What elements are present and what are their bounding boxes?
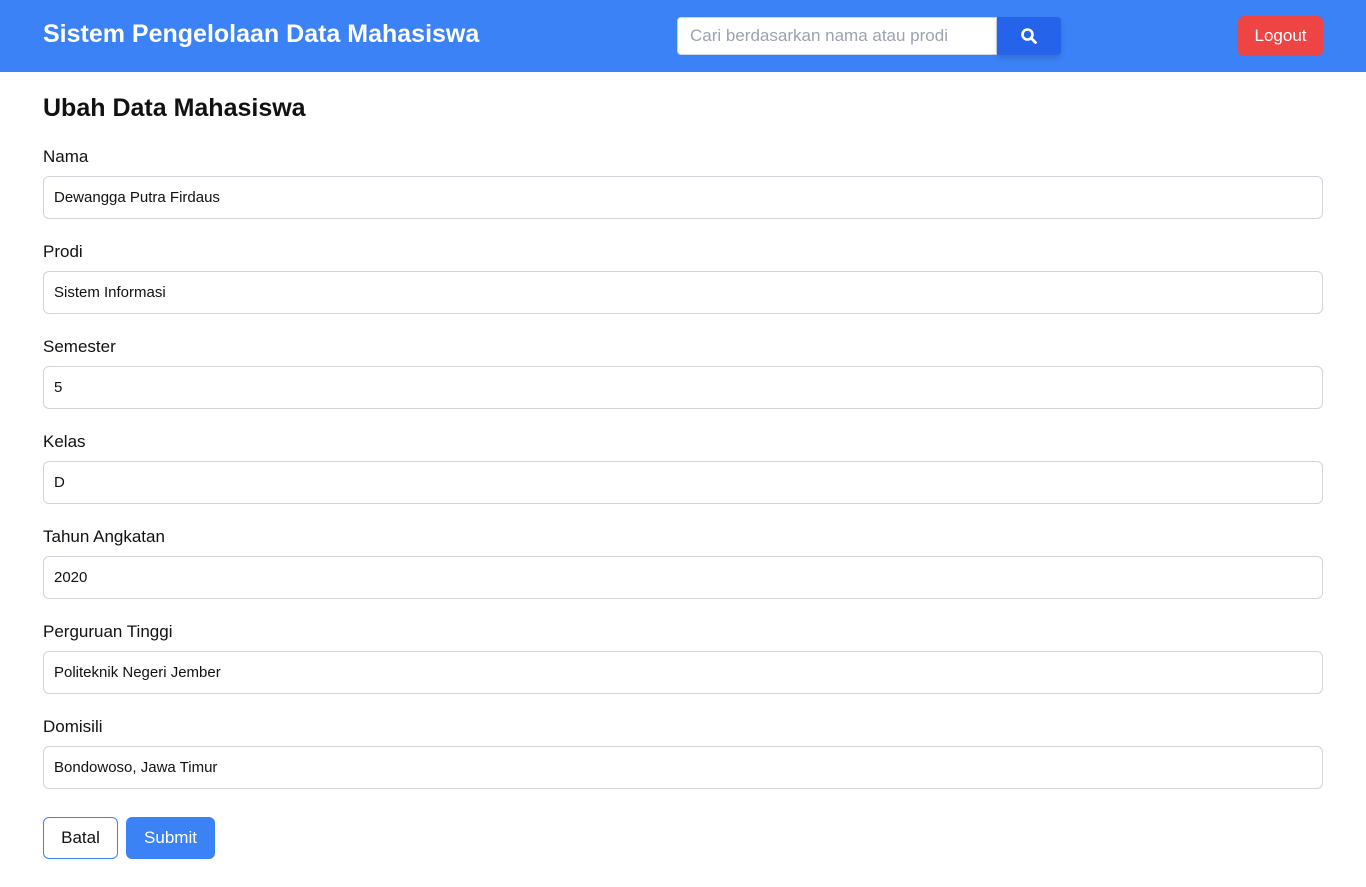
- kelas-input[interactable]: [43, 461, 1323, 504]
- page-title: Ubah Data Mahasiswa: [43, 94, 306, 122]
- field-kelas: Kelas: [43, 431, 1323, 526]
- field-label: Prodi: [43, 242, 83, 261]
- field-label: Perguruan Tinggi: [43, 622, 173, 641]
- submit-button[interactable]: Submit: [126, 817, 215, 859]
- field-label: Semester: [43, 337, 116, 356]
- cancel-button[interactable]: Batal: [43, 817, 118, 859]
- navbar: Sistem Pengelolaan Data Mahasiswa Logout: [0, 0, 1366, 72]
- search-button[interactable]: [997, 17, 1061, 55]
- edit-student-form: Nama Prodi Semester Kelas Tahun Angkatan…: [43, 146, 1323, 811]
- field-label: Tahun Angkatan: [43, 527, 165, 546]
- search-input[interactable]: [677, 17, 997, 55]
- prodi-input[interactable]: [43, 271, 1323, 314]
- field-label: Domisili: [43, 717, 103, 736]
- field-semester: Semester: [43, 336, 1323, 431]
- field-domisili: Domisili: [43, 716, 1323, 811]
- field-nama: Nama: [43, 146, 1323, 241]
- search-form: [677, 17, 1061, 55]
- nama-input[interactable]: [43, 176, 1323, 219]
- form-actions: Batal Submit: [43, 817, 215, 859]
- field-label: Kelas: [43, 432, 86, 451]
- app-title: Sistem Pengelolaan Data Mahasiswa: [43, 20, 480, 48]
- domisili-input[interactable]: [43, 746, 1323, 789]
- semester-input[interactable]: [43, 366, 1323, 409]
- tahun-angkatan-input[interactable]: [43, 556, 1323, 599]
- field-perguruan-tinggi: Perguruan Tinggi: [43, 621, 1323, 716]
- search-icon: [1021, 28, 1037, 44]
- field-prodi: Prodi: [43, 241, 1323, 336]
- field-tahun-angkatan: Tahun Angkatan: [43, 526, 1323, 621]
- perguruan-tinggi-input[interactable]: [43, 651, 1323, 694]
- logout-button[interactable]: Logout: [1238, 16, 1323, 56]
- field-label: Nama: [43, 147, 89, 166]
